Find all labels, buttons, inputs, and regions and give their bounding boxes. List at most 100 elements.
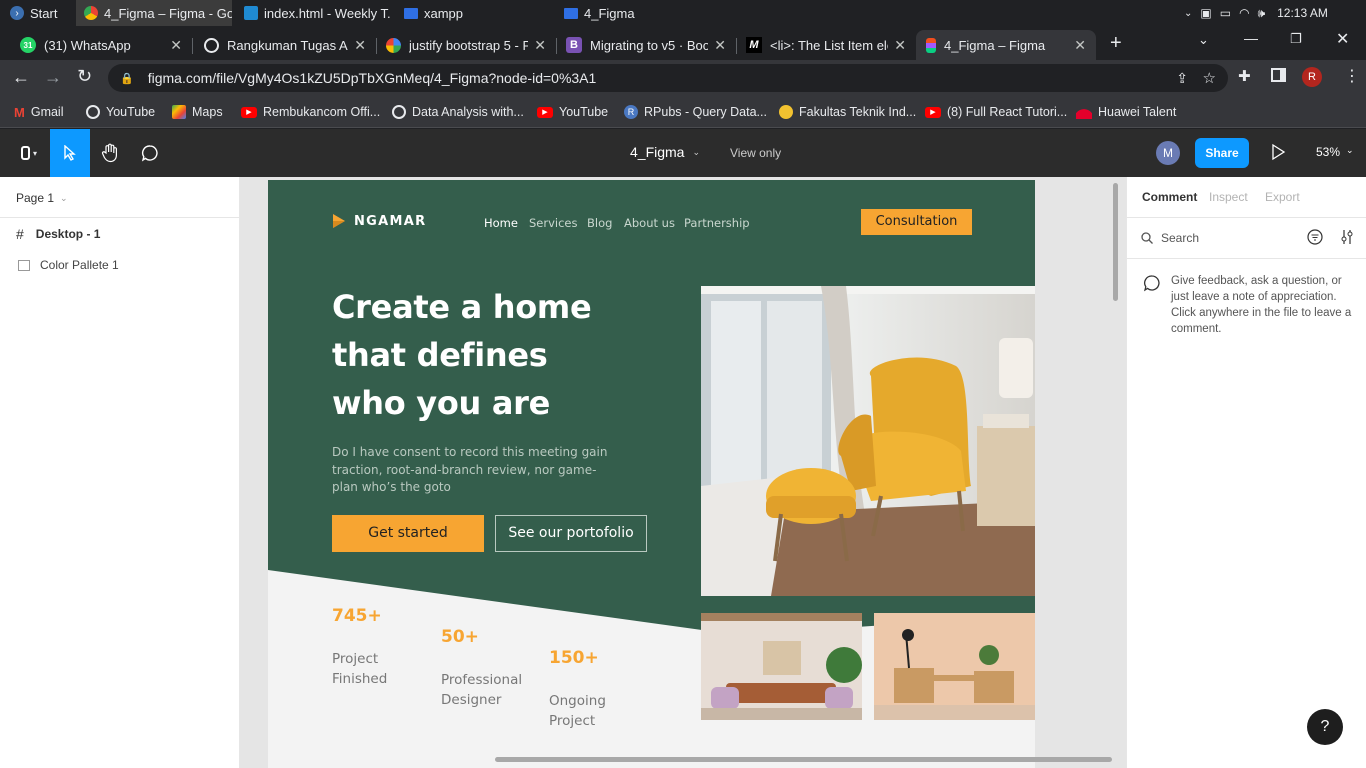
- user-avatar[interactable]: M: [1156, 141, 1180, 165]
- start-button[interactable]: › Start: [4, 0, 68, 26]
- share-button[interactable]: Share: [1195, 138, 1249, 168]
- taskbar-item-figma-folder[interactable]: 4_Figma: [562, 0, 712, 26]
- whatsapp-icon: 31: [20, 37, 36, 53]
- present-button[interactable]: [1270, 143, 1286, 166]
- logo-icon: [333, 214, 345, 228]
- panel-divider: [1127, 217, 1366, 218]
- page-selector[interactable]: Page 1 ⌄: [16, 191, 68, 205]
- headline-line: who you are: [332, 384, 551, 422]
- chrome-menu-icon[interactable]: ⋮: [1344, 66, 1360, 86]
- volume-icon[interactable]: 🕪: [1258, 6, 1266, 21]
- headline-line: that defines: [332, 336, 548, 374]
- bookmark-maps[interactable]: Maps: [172, 102, 223, 122]
- clock[interactable]: 12:13 AM: [1277, 6, 1328, 20]
- tab-search-icon[interactable]: ⌄: [1198, 32, 1209, 48]
- new-tab-button[interactable]: +: [1110, 32, 1122, 55]
- cursor-icon: [64, 145, 76, 161]
- close-tab-icon[interactable]: ✕: [894, 37, 906, 54]
- zoom-control[interactable]: 53% ⌄: [1316, 145, 1354, 159]
- phone-link-icon[interactable]: ▣: [1200, 6, 1211, 20]
- minimize-button[interactable]: —: [1244, 30, 1258, 46]
- help-button[interactable]: ?: [1307, 709, 1343, 745]
- wifi-icon[interactable]: ◠: [1239, 6, 1249, 20]
- nav-services[interactable]: Services: [529, 216, 578, 230]
- consultation-button[interactable]: Consultation: [861, 209, 972, 235]
- battery-icon[interactable]: ▭: [1220, 6, 1231, 20]
- close-tab-icon[interactable]: ✕: [170, 37, 182, 54]
- start-label: Start: [30, 5, 58, 21]
- extensions-icon[interactable]: ✚: [1238, 67, 1251, 85]
- figma-menu-button[interactable]: ▾: [8, 129, 50, 177]
- layer-desktop-1[interactable]: # Desktop - 1: [16, 226, 100, 242]
- tab-mdn-li[interactable]: M <li>: The List Item ele ✕: [736, 30, 916, 60]
- share-page-icon[interactable]: ⇪: [1176, 70, 1188, 87]
- bookmark-youtube[interactable]: YouTube: [86, 102, 155, 122]
- taskbar-item-vscode[interactable]: index.html - Weekly T...: [240, 0, 390, 26]
- layer-color-pallete[interactable]: Color Pallete 1: [18, 258, 119, 272]
- browser-toolbar: ← → ↻ 🔒 figma.com/file/VgMy4Os1kZU5DpTbX…: [0, 60, 1366, 96]
- comment-tool-button[interactable]: [130, 129, 170, 177]
- panel-divider: [0, 217, 239, 218]
- bookmark-fakultas[interactable]: Fakultas Teknik Ind...: [779, 102, 916, 122]
- close-window-button[interactable]: ✕: [1336, 29, 1349, 49]
- bookmark-label: Rembukancom Offi...: [263, 105, 381, 119]
- restore-button[interactable]: ❐: [1290, 31, 1302, 47]
- bookmark-data-analysis[interactable]: Data Analysis with...: [392, 102, 524, 122]
- back-button[interactable]: ←: [12, 67, 30, 88]
- vertical-scrollbar[interactable]: [1113, 183, 1118, 301]
- settings-button[interactable]: [1340, 229, 1354, 248]
- side-panel-icon[interactable]: [1271, 68, 1286, 82]
- hand-tool-button[interactable]: [90, 129, 130, 177]
- tab-inspect[interactable]: Inspect: [1209, 190, 1248, 204]
- chevron-down-icon: ▾: [32, 148, 37, 158]
- bookmark-gmail[interactable]: M Gmail: [14, 102, 64, 122]
- tab-figma[interactable]: 4_Figma – Figma ✕: [916, 30, 1096, 60]
- tab-whatsapp[interactable]: 31 (31) WhatsApp ✕: [10, 30, 192, 60]
- file-name-button[interactable]: 4_Figma ⌄: [630, 144, 700, 160]
- comments-panel: Comment Inspect Export Search Give feedb…: [1126, 177, 1366, 768]
- figma-icon: [926, 37, 936, 53]
- get-started-button[interactable]: Get started: [332, 515, 484, 552]
- stat-designers-number: 50+: [441, 627, 479, 647]
- globe-icon: [86, 105, 100, 119]
- tab-comment[interactable]: Comment: [1142, 190, 1197, 204]
- bookmark-rpubs[interactable]: R RPubs - Query Data...: [624, 102, 767, 122]
- horizontal-scrollbar[interactable]: [495, 757, 1112, 762]
- profile-avatar[interactable]: R: [1302, 67, 1322, 87]
- tab-justify-bootstrap[interactable]: justify bootstrap 5 - P ✕: [376, 30, 556, 60]
- forward-button[interactable]: →: [44, 67, 62, 88]
- lock-icon[interactable]: 🔒: [120, 72, 134, 85]
- nav-about[interactable]: About us: [624, 216, 675, 230]
- comment-icon: [141, 145, 158, 162]
- canvas[interactable]: NGAMAR Home Services Blog About us Partn…: [240, 177, 1126, 768]
- figma-toolbar: ▾ 4_Figma ⌄ View only M Share 53% ⌄: [0, 129, 1366, 177]
- filter-button[interactable]: [1307, 229, 1323, 248]
- brand-logo[interactable]: NGAMAR: [332, 213, 426, 229]
- portfolio-button[interactable]: See our portofolio: [495, 515, 647, 552]
- chevron-up-icon[interactable]: ⌄: [1184, 8, 1192, 19]
- close-tab-icon[interactable]: ✕: [354, 37, 366, 54]
- filter-icon: [1307, 229, 1323, 245]
- close-tab-icon[interactable]: ✕: [714, 37, 726, 54]
- taskbar-item-xampp[interactable]: xampp: [402, 0, 552, 26]
- nav-blog[interactable]: Blog: [587, 216, 612, 230]
- comment-search[interactable]: Search: [1141, 229, 1291, 247]
- nav-home[interactable]: Home: [484, 216, 518, 230]
- reload-button[interactable]: ↻: [77, 66, 92, 87]
- tab-rangkuman[interactable]: Rangkuman Tugas Alt ✕: [194, 30, 376, 60]
- bookmark-rembukan[interactable]: ▶ Rembukancom Offi...: [241, 102, 380, 122]
- bookmark-star-icon[interactable]: ☆: [1203, 69, 1216, 87]
- tab-export[interactable]: Export: [1265, 190, 1300, 204]
- tab-bootstrap-migrating[interactable]: B Migrating to v5 · Boot ✕: [556, 30, 736, 60]
- move-tool-button[interactable]: [50, 129, 90, 177]
- close-tab-icon[interactable]: ✕: [1074, 37, 1086, 54]
- taskbar-item-chrome[interactable]: 4_Figma – Figma - Go...: [76, 0, 232, 26]
- bookmark-youtube-2[interactable]: ▶ YouTube: [537, 102, 608, 122]
- nav-partnership[interactable]: Partnership: [684, 216, 750, 230]
- vscode-icon: [244, 6, 258, 20]
- address-bar[interactable]: 🔒 figma.com/file/VgMy4Os1kZU5DpTbXGnMeq/…: [108, 64, 1228, 92]
- close-tab-icon[interactable]: ✕: [534, 37, 546, 54]
- desktop-frame[interactable]: NGAMAR Home Services Blog About us Partn…: [268, 180, 1035, 768]
- bookmark-huawei[interactable]: Huawei Talent: [1076, 102, 1176, 122]
- bookmark-react[interactable]: ▶ (8) Full React Tutori...: [925, 102, 1067, 122]
